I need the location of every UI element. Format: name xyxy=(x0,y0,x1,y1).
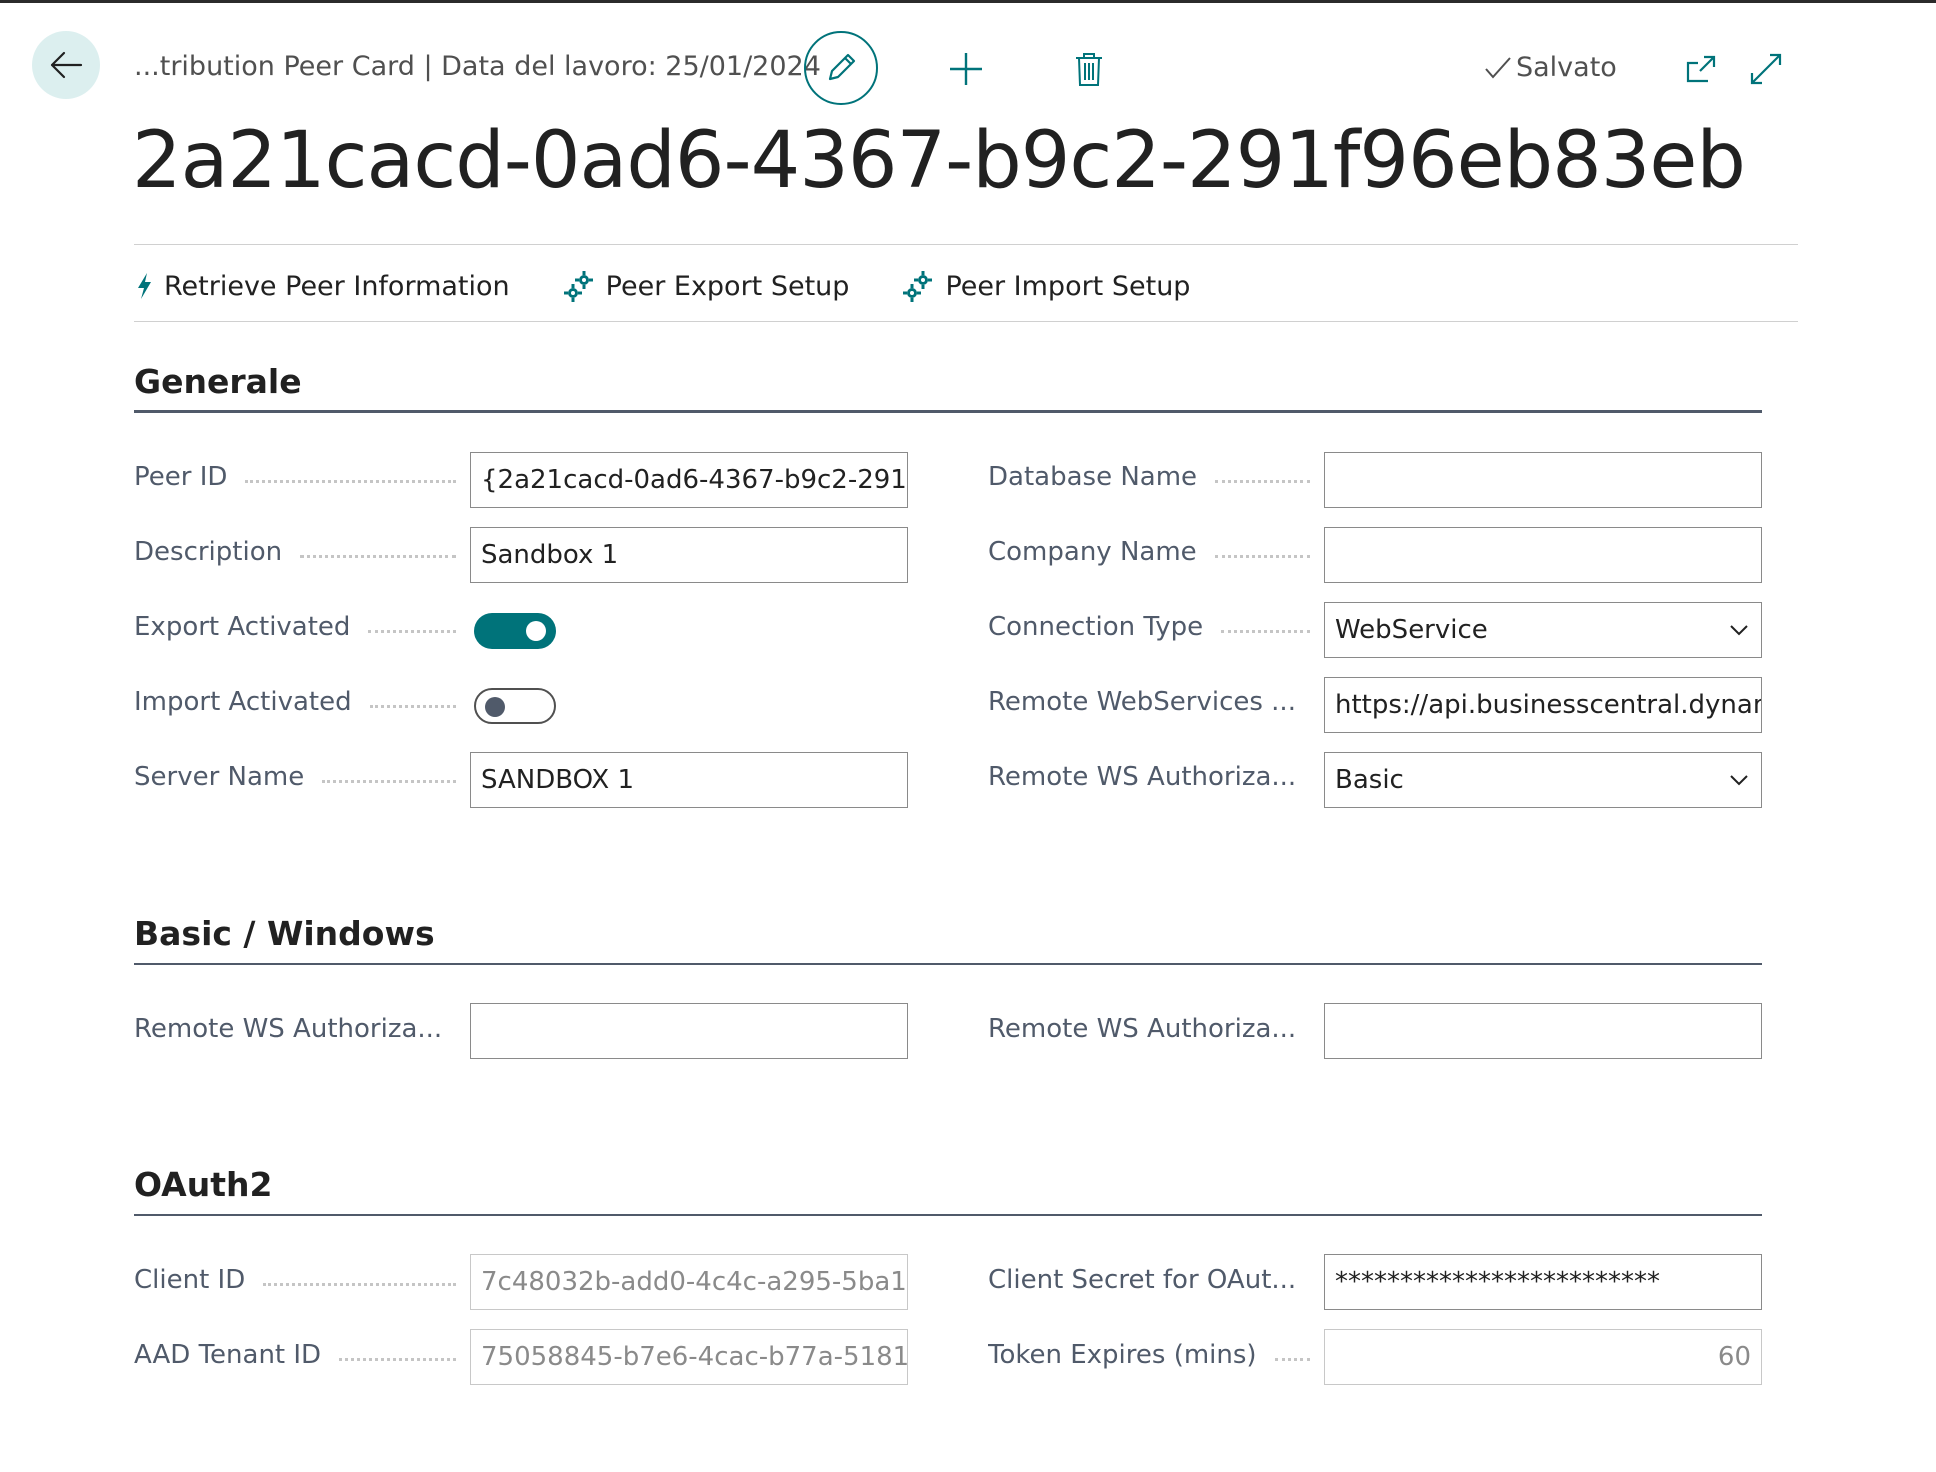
arrow-left-icon xyxy=(50,51,83,79)
section-underline xyxy=(134,410,1762,413)
server-name-label: Server Name xyxy=(134,762,470,792)
back-button[interactable] xyxy=(32,31,100,99)
breadcrumb: ...tribution Peer Card | Data del lavoro… xyxy=(134,51,821,82)
token-expires-label: Token Expires (mins) xyxy=(988,1340,1324,1370)
checkmark-icon xyxy=(1485,56,1511,79)
section-title-oauth2[interactable]: OAuth2 xyxy=(134,1165,272,1204)
client-id-field[interactable]: 7c48032b-add0-4c4c-a295-5ba17 xyxy=(470,1254,908,1310)
connection-type-label: Connection Type xyxy=(988,612,1324,642)
import-activated-toggle[interactable] xyxy=(474,688,556,724)
page-title: 2a21cacd-0ad6-4367-b9c2-291f96eb83eb xyxy=(132,116,1746,206)
remote-webservices-label: Remote WebServices ... xyxy=(988,687,1296,717)
action-label: Retrieve Peer Information xyxy=(164,270,510,302)
saved-label: Salvato xyxy=(1516,52,1617,83)
client-secret-label: Client Secret for OAut... xyxy=(988,1265,1297,1295)
gears-icon xyxy=(563,271,593,302)
peer-export-setup-action[interactable]: Peer Export Setup xyxy=(562,269,850,303)
database-name-field[interactable] xyxy=(1324,452,1762,508)
section-title-generale[interactable]: Generale xyxy=(134,362,302,401)
connection-type-value: WebService xyxy=(1335,615,1488,645)
description-field[interactable]: Sandbox 1 xyxy=(470,527,908,583)
remote-ws-authorization-user-field[interactable] xyxy=(470,1003,908,1059)
remote-webservices-field[interactable]: https://api.businesscentral.dynami xyxy=(1324,677,1762,733)
client-secret-field[interactable]: ************************* xyxy=(1324,1254,1762,1310)
remote-ws-authorization-type-value: Basic xyxy=(1335,765,1404,795)
edit-button[interactable] xyxy=(804,31,878,105)
client-id-label: Client ID xyxy=(134,1265,470,1295)
remote-ws-authorization-type-label: Remote WS Authoriza... xyxy=(988,762,1297,792)
remote-ws-authorization-type-select[interactable]: Basic xyxy=(1324,752,1762,808)
connection-type-select[interactable]: WebService xyxy=(1324,602,1762,658)
peer-import-setup-action[interactable]: Peer Import Setup xyxy=(901,269,1190,303)
company-name-field[interactable] xyxy=(1324,527,1762,583)
divider xyxy=(134,244,1798,245)
remote-ws-authorization-password-field[interactable] xyxy=(1324,1003,1762,1059)
lightning-icon xyxy=(138,273,151,299)
action-label: Peer Export Setup xyxy=(605,270,850,302)
trash-icon[interactable] xyxy=(1074,51,1104,87)
action-bar: Retrieve Peer Information Peer Export Se… xyxy=(134,264,1242,308)
description-label: Description xyxy=(134,537,470,567)
saved-status: Salvato xyxy=(1484,52,1617,83)
peer-id-field[interactable]: {2a21cacd-0ad6-4367-b9c2-291f9 xyxy=(470,452,908,508)
token-expires-field[interactable]: 60 xyxy=(1324,1329,1762,1385)
action-label: Peer Import Setup xyxy=(945,270,1191,302)
import-activated-label: Import Activated xyxy=(134,687,470,717)
expand-icon[interactable] xyxy=(1748,51,1784,87)
server-name-field[interactable]: SANDBOX 1 xyxy=(470,752,908,808)
section-title-basic-windows[interactable]: Basic / Windows xyxy=(134,914,435,953)
pencil-icon xyxy=(828,53,856,81)
chevron-down-icon xyxy=(1730,775,1748,786)
remote-ws-authorization-password-label: Remote WS Authoriza... xyxy=(988,1014,1297,1044)
section-underline xyxy=(134,963,1762,965)
retrieve-peer-information-action[interactable]: Retrieve Peer Information xyxy=(134,271,510,302)
peer-id-label: Peer ID xyxy=(134,462,470,492)
divider xyxy=(134,321,1798,322)
add-new-button[interactable] xyxy=(946,49,986,89)
window-top-border xyxy=(0,0,1936,3)
open-in-new-window-icon[interactable] xyxy=(1684,53,1718,85)
database-name-label: Database Name xyxy=(988,462,1324,492)
aad-tenant-id-field[interactable]: 75058845-b7e6-4cac-b77a-5181d xyxy=(470,1329,908,1385)
remote-ws-authorization-user-label: Remote WS Authoriza... xyxy=(134,1014,443,1044)
export-activated-label: Export Activated xyxy=(134,612,470,642)
gears-icon xyxy=(903,271,933,302)
chevron-down-icon xyxy=(1730,625,1748,636)
export-activated-toggle[interactable] xyxy=(474,613,556,649)
company-name-label: Company Name xyxy=(988,537,1324,567)
section-underline xyxy=(134,1214,1762,1216)
aad-tenant-id-label: AAD Tenant ID xyxy=(134,1340,470,1370)
